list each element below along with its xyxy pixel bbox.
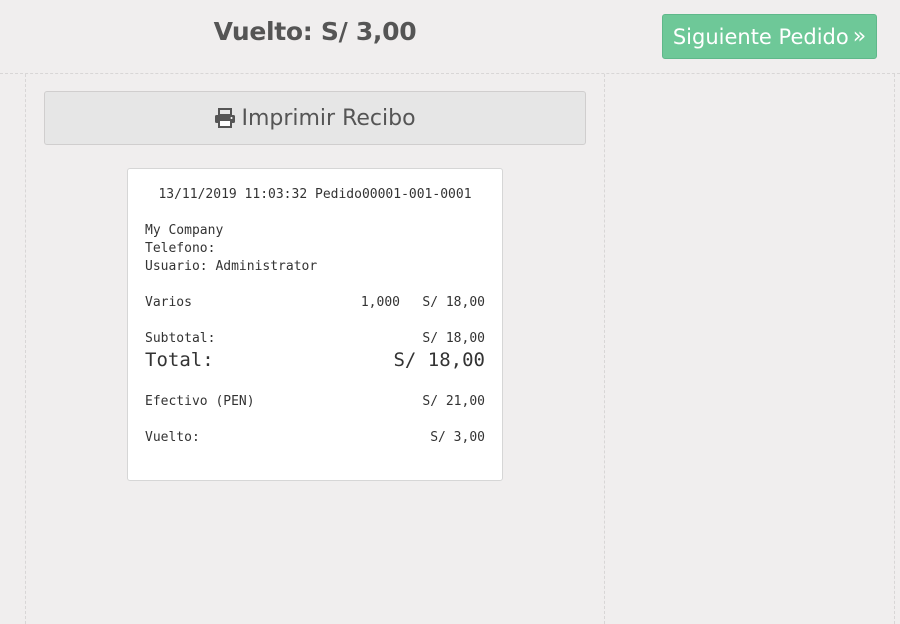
receipt-header-line: 13/11/2019 11:03:32 Pedido00001-001-0001 [158, 187, 472, 202]
receipt-phone: Telefono: [145, 241, 216, 256]
receipt-user: Usuario: Administrator [145, 259, 318, 274]
receipt-item-price: S/ 18,00 [422, 295, 485, 310]
change-amount-title: Vuelto: S/ 3,00 [213, 17, 417, 46]
receipt-payment-value: S/ 21,00 [422, 394, 485, 409]
receipt-change-value: S/ 3,00 [430, 430, 485, 445]
print-receipt-label: Imprimir Recibo [241, 105, 416, 131]
receipt-preview: 13/11/2019 11:03:32 Pedido00001-001-0001… [127, 168, 503, 481]
top-bar: Vuelto: S/ 3,00 Siguiente Pedido » [0, 0, 900, 74]
double-chevron-right-icon: » [852, 23, 867, 49]
right-divider [894, 74, 895, 624]
receipt-company: My Company [145, 223, 224, 238]
left-divider [25, 74, 26, 624]
middle-divider [604, 74, 605, 624]
receipt-total-value: S/ 18,00 [393, 349, 485, 371]
printer-icon [214, 108, 236, 128]
receipt-screen: Vuelto: S/ 3,00 Siguiente Pedido » Impri… [0, 0, 900, 624]
next-order-button[interactable]: Siguiente Pedido » [662, 14, 877, 59]
next-order-label: Siguiente Pedido [672, 24, 849, 49]
receipt-subtotal-value: S/ 18,00 [422, 331, 485, 346]
print-receipt-button[interactable]: Imprimir Recibo [44, 91, 586, 145]
receipt-item-qty: 1,000 [360, 295, 400, 310]
